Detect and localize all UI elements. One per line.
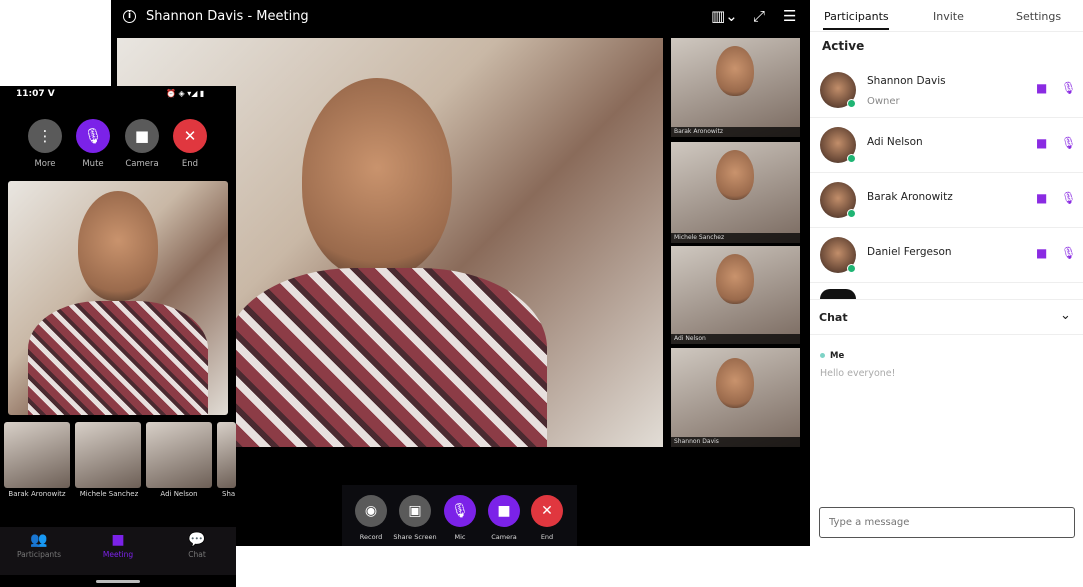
mobile-app: 11:07 V ⏰ ◈ ▾◢ ▮ ⋮ More 🎙 Mute ■ Camera ✕ En…	[0, 86, 236, 587]
record-icon: ◉	[355, 495, 387, 527]
thumbnail-video[interactable]	[146, 422, 212, 488]
mic-icon[interactable]: 🎙	[1061, 81, 1076, 95]
camera-icon: ■	[125, 119, 159, 153]
camera-icon[interactable]: ■	[1036, 136, 1047, 150]
mic-icon: 🎙	[76, 119, 110, 153]
thumbnail-video[interactable]: Barak Aronowitz	[671, 38, 800, 137]
online-indicator	[847, 154, 856, 163]
expand-icon[interactable]: ⤢	[753, 7, 765, 25]
thumbnail-video[interactable]	[75, 422, 141, 488]
thumbnail-video[interactable]: Adi Nelson	[671, 246, 800, 344]
end-button[interactable]: ✕ End	[522, 495, 572, 541]
thumbnail-video[interactable]: Shannon Davis	[671, 348, 800, 447]
chevron-down-icon[interactable]: ⌄	[1060, 308, 1071, 323]
nav-participants[interactable]: 👥 Participants	[4, 532, 74, 559]
thumbnail-video[interactable]: Michele Sanchez	[671, 142, 800, 243]
tab-settings[interactable]: Settings	[1016, 10, 1061, 23]
participant-row[interactable]: Adi Nelson ■ 🎙	[810, 118, 1083, 173]
record-button[interactable]: ◉ Record	[346, 495, 396, 541]
mic-icon[interactable]: 🎙	[1061, 246, 1076, 260]
nav-meeting[interactable]: ■ Meeting	[83, 532, 153, 559]
participant-row[interactable]: Daniel Fergeson ■ 🎙	[810, 228, 1083, 283]
camera-button[interactable]: ■ Camera	[120, 119, 164, 169]
thumbnail-label: Sha	[222, 490, 236, 498]
online-indicator	[847, 264, 856, 273]
mic-button[interactable]: 🎙 Mic	[435, 495, 485, 541]
mic-icon[interactable]: 🎙	[1061, 191, 1076, 205]
status-time: 11:07	[16, 89, 45, 99]
participant-row[interactable]: Barak Aronowitz ■ 🎙	[810, 173, 1083, 228]
thumbnail-video[interactable]	[4, 422, 70, 488]
camera-icon[interactable]: ■	[1036, 191, 1047, 205]
tab-invite[interactable]: Invite	[933, 10, 964, 23]
online-indicator	[847, 99, 856, 108]
section-title: Active	[822, 39, 865, 53]
carrier-logo: V	[47, 89, 55, 99]
home-indicator[interactable]	[96, 580, 140, 583]
avatar	[820, 289, 856, 299]
message-text: Hello everyone!	[820, 368, 896, 379]
meeting-title: Shannon Davis - Meeting	[146, 9, 309, 24]
share-screen-button[interactable]: ▣ Share Screen	[390, 495, 440, 541]
share-screen-icon: ▣	[399, 495, 431, 527]
thumbnail-label: Adi Nelson	[160, 490, 198, 498]
main-video	[8, 181, 228, 415]
participants-icon: 👥	[30, 532, 48, 548]
side-panel: Participants Invite Settings Active Shan…	[810, 0, 1083, 546]
chat-header[interactable]: Chat ⌄	[810, 299, 1083, 335]
status-icons: ⏰ ◈ ▾◢ ▮	[166, 89, 205, 98]
message-input[interactable]	[819, 507, 1075, 538]
tab-participants[interactable]: Participants	[824, 10, 889, 23]
chat-icon: 💬	[188, 532, 206, 548]
end-button[interactable]: ✕ End	[168, 119, 212, 169]
camera-icon[interactable]: ■	[1036, 246, 1047, 260]
close-icon: ✕	[531, 495, 563, 527]
close-icon: ✕	[173, 119, 207, 153]
more-icon: ⋮	[28, 119, 62, 153]
control-bar: ◉ Record ▣ Share Screen 🎙 Mic ■ Camera ✕ End	[342, 485, 577, 546]
participant-row[interactable]: Shannon Davis Owner ■ 🎙	[810, 63, 1083, 118]
mic-icon: 🎙	[444, 495, 476, 527]
camera-icon: ■	[111, 532, 125, 548]
sender-dot	[820, 353, 825, 358]
layout-icon[interactable]: ▥⌄	[711, 7, 738, 25]
nav-chat[interactable]: 💬 Chat	[162, 532, 232, 559]
mute-button[interactable]: 🎙 Mute	[71, 119, 115, 169]
more-button[interactable]: ⋮ More	[23, 119, 67, 169]
thumbnail-label: Barak Aronowitz	[8, 490, 66, 498]
message-sender: Me	[830, 351, 845, 361]
menu-icon[interactable]: ☰	[783, 7, 796, 25]
thumbnail-video[interactable]	[217, 422, 236, 488]
thumbnail-label: Michele Sanchez	[79, 490, 139, 498]
online-indicator	[847, 209, 856, 218]
info-icon[interactable]: i	[123, 10, 136, 23]
mic-icon[interactable]: 🎙	[1061, 136, 1076, 150]
bottom-nav: 👥 Participants ■ Meeting 💬 Chat	[0, 527, 236, 575]
camera-icon[interactable]: ■	[1036, 81, 1047, 95]
camera-icon: ■	[488, 495, 520, 527]
